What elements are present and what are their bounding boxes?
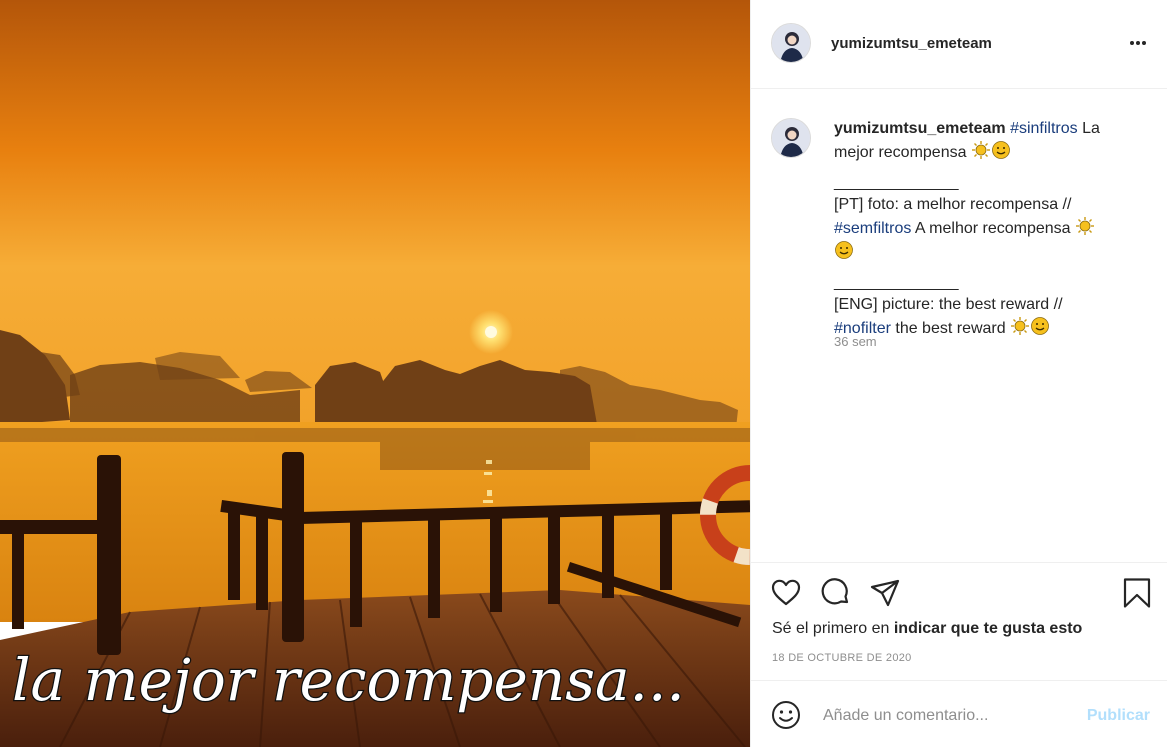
likes-prefix: Sé el primero en xyxy=(772,620,894,637)
share-icon[interactable] xyxy=(869,577,901,609)
post-details-panel: yumizumtsu_emeteam yumizumtsu_emeteam #s… xyxy=(750,0,1167,747)
caption-separator: ______________ xyxy=(834,274,959,291)
caption-username[interactable]: yumizumtsu_emeteam xyxy=(834,120,1006,137)
image-overlay-text: la mejor recompensa... xyxy=(12,646,685,714)
smile-emoji-icon xyxy=(1031,317,1049,335)
hashtag-semfiltros[interactable]: #semfiltros xyxy=(834,220,911,237)
header-avatar[interactable] xyxy=(771,23,811,63)
header-username[interactable]: yumizumtsu_emeteam xyxy=(831,35,992,52)
caption-pt-text2: A melhor recompensa xyxy=(911,220,1075,237)
caption-age[interactable]: 36 sem xyxy=(834,334,877,349)
caption-avatar[interactable] xyxy=(771,118,811,158)
post-image[interactable]: la mejor recompensa... xyxy=(0,0,750,747)
more-options-icon[interactable] xyxy=(1128,33,1148,53)
comment-icon[interactable] xyxy=(820,577,852,609)
action-bar xyxy=(751,562,1167,563)
sun-emoji-icon xyxy=(1076,217,1094,235)
smile-emoji-icon xyxy=(992,141,1010,159)
sun-emoji-icon xyxy=(1011,317,1030,335)
smile-emoji-icon xyxy=(835,241,853,259)
caption-separator: ______________ xyxy=(834,174,959,191)
caption-pt-text: [PT] foto: a melhor recompensa // xyxy=(834,196,1072,213)
caption-eng-text: [ENG] picture: the best reward // xyxy=(834,296,1063,313)
like-link[interactable]: indicar que te gusta esto xyxy=(894,620,1082,637)
bookmark-icon[interactable] xyxy=(1121,577,1153,609)
heart-icon[interactable] xyxy=(770,577,802,609)
comment-input[interactable] xyxy=(821,703,1065,729)
caption-eng-text2: the best reward xyxy=(890,320,1011,337)
hashtag-sinfiltros[interactable]: #sinfiltros xyxy=(1010,120,1078,137)
post-date[interactable]: 18 DE OCTUBRE DE 2020 xyxy=(772,652,912,664)
post-caption: yumizumtsu_emeteam #sinfiltros La mejor … xyxy=(834,118,1134,340)
comment-bar: Publicar xyxy=(751,680,1167,748)
post-header: yumizumtsu_emeteam xyxy=(751,0,1167,89)
emoji-icon[interactable] xyxy=(771,700,801,730)
sun-emoji-icon xyxy=(971,141,990,159)
publish-button[interactable]: Publicar xyxy=(1087,707,1150,725)
likes-prompt: Sé el primero en indicar que te gusta es… xyxy=(772,620,1082,638)
